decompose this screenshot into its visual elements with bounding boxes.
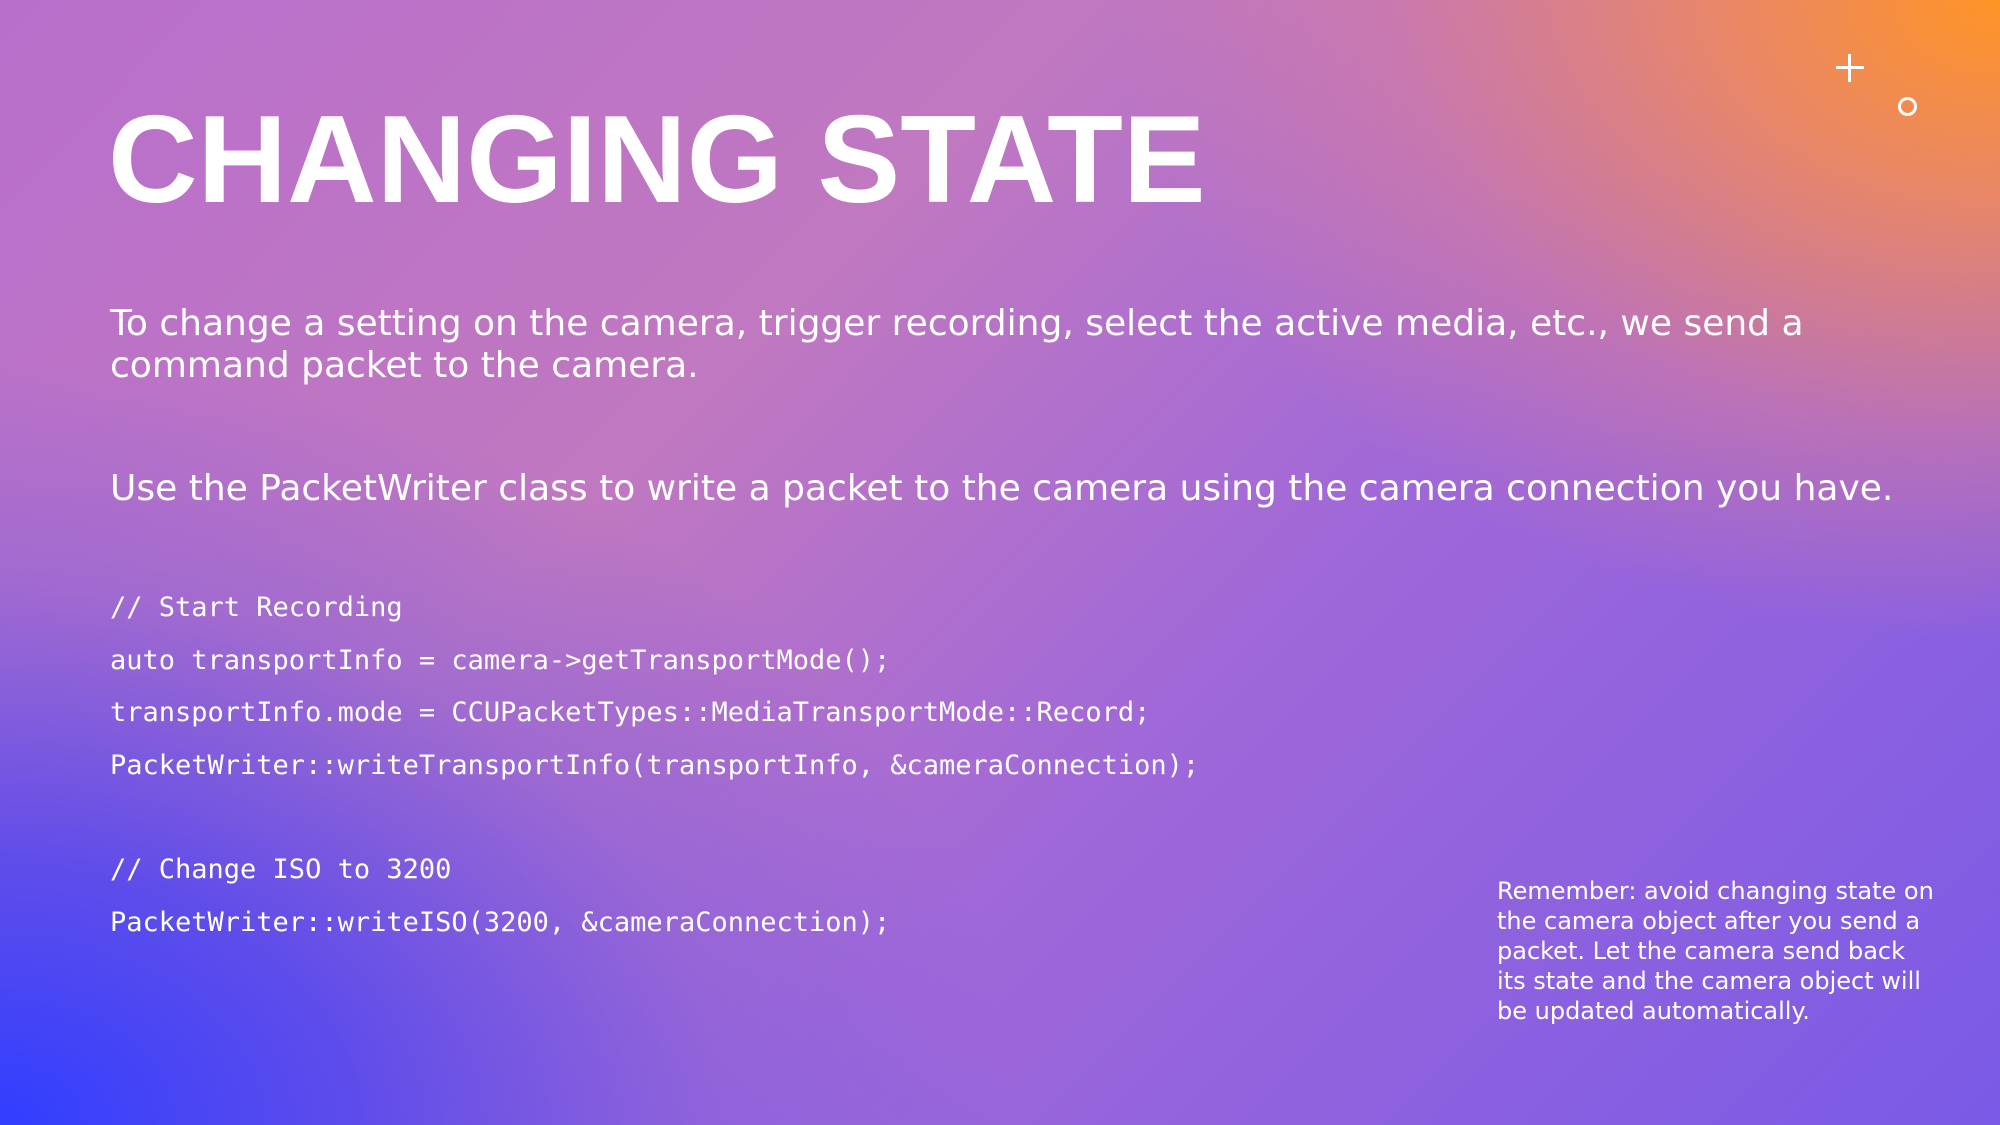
reminder-note: Remember: avoid changing state on the ca… — [1497, 877, 1934, 1025]
code-line: transportInfo.mode = CCUPacketTypes::Med… — [110, 697, 1151, 728]
code-line: auto transportInfo = camera->getTranspor… — [110, 644, 891, 676]
intro-paragraph: To change a setting on the camera, trigg… — [110, 303, 1804, 386]
presentation-slide: CHANGING STATE To change a setting on th… — [0, 0, 2000, 1125]
code-block-change-iso: // Change ISO to 3200 PacketWriter::writ… — [110, 844, 890, 949]
code-block-start-recording: // Start Recording auto transportInfo = … — [110, 582, 1199, 792]
circle-outline-icon — [1898, 97, 1917, 116]
code-line: PacketWriter::writeTransportInfo(transpo… — [110, 749, 1200, 781]
code-comment: // Start Recording — [110, 592, 403, 623]
code-line: PacketWriter::writeISO(3200, &cameraConn… — [110, 906, 891, 938]
slide-title: CHANGING STATE — [108, 91, 1206, 229]
plus-icon — [1836, 54, 1864, 82]
code-comment: // Change ISO to 3200 — [110, 854, 452, 885]
packetwriter-paragraph: Use the PacketWriter class to write a pa… — [110, 468, 1894, 509]
